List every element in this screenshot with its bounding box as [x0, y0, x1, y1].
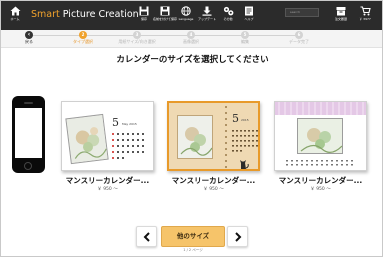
calendar-card[interactable]: 5 2015 マンスリーカレンダー... ￥ 950 ～ [167, 101, 260, 198]
back-arrow-icon: ‹ [25, 31, 33, 39]
back-label: 戻る [25, 39, 33, 44]
help-button[interactable]: ヘルプ [237, 4, 261, 28]
card-title: マンスリーカレンダー... [65, 176, 150, 185]
help-label: ヘルプ [244, 17, 254, 21]
language-icon [181, 6, 191, 16]
step-number: 6 [295, 31, 303, 39]
card-price: ￥ 950 ～ [97, 187, 118, 192]
settings-icon [223, 6, 233, 16]
cart-button[interactable]: ￥ 3977 [353, 4, 377, 28]
date-grid [232, 130, 258, 152]
card-title: マンスリーカレンダー... [278, 176, 363, 185]
card-title: マンスリーカレンダー... [171, 176, 256, 185]
date-grid [112, 133, 144, 159]
card-price: ￥ 950 ～ [310, 187, 331, 192]
step-image-select: 4 画像選択 [171, 31, 211, 45]
date-strip [286, 160, 353, 166]
flower-photo [298, 119, 342, 153]
photo-frame [177, 115, 213, 159]
order-history-icon [336, 7, 346, 16]
search-input[interactable]: search [285, 8, 319, 17]
month-number: 5 [112, 116, 119, 129]
page-title: カレンダーのサイズを選択してください [116, 55, 269, 65]
page-indicator: 1 / 2 ページ [183, 248, 203, 252]
step-type-select[interactable]: 2 タイプ選択 [63, 31, 103, 45]
prev-button[interactable] [136, 226, 157, 247]
brand-part1: Smart [31, 9, 60, 20]
app-window: ホーム Smart Picture Creation 保存 名前を付けて保存 L… [0, 0, 383, 257]
step-number: 3 [133, 31, 141, 39]
step-paper-size: 3 用紙サイズ/向き選択 [117, 31, 157, 45]
save-icon [139, 6, 149, 16]
month-name: May 2015 [122, 122, 137, 126]
home-button[interactable]: ホーム [5, 4, 25, 28]
top-toolbar: ホーム Smart Picture Creation 保存 名前を付けて保存 L… [1, 1, 382, 30]
next-button[interactable] [227, 226, 248, 247]
phone-screen [15, 108, 42, 158]
step-edit: 5 編集 [225, 31, 265, 45]
home-icon [10, 6, 20, 16]
flower-photo [178, 116, 212, 158]
phone-speaker [24, 102, 33, 104]
phone-home-button [24, 162, 32, 170]
month-number: 5 [232, 112, 239, 125]
flower-photo [66, 114, 109, 165]
home-label: ホーム [10, 17, 20, 21]
chevron-right-icon [234, 232, 241, 242]
photo-frame [297, 118, 343, 154]
order-history-label: 注文履歴 [334, 17, 347, 21]
card-price: ￥ 950 ～ [203, 187, 224, 192]
chevron-left-icon [143, 232, 150, 242]
other-sizes-button[interactable]: 他のサイズ [161, 226, 225, 247]
step-label: 画像選択 [183, 39, 199, 44]
step-label: 用紙サイズ/向き選択 [118, 39, 156, 44]
binding-rings [225, 106, 227, 168]
step-label: 編集 [241, 39, 249, 44]
month-name: 2015 [241, 118, 249, 122]
smartphone-illustration [12, 96, 45, 173]
calendar-thumbnail [274, 101, 367, 171]
cart-icon [360, 6, 371, 16]
step-indicator: ‹ 戻る 2 タイプ選択 3 用紙サイズ/向き選択 4 画像選択 5 編集 6 … [1, 30, 382, 48]
step-complete: 6 データ完了 [279, 31, 319, 45]
download-icon [202, 6, 212, 16]
step-label: タイプ選択 [73, 39, 93, 44]
step-label: データ完了 [289, 39, 309, 44]
calendar-thumbnail: 5 May 2015 [61, 101, 154, 171]
cart-total: ￥ 3977 [359, 17, 371, 21]
save-as-icon [160, 6, 170, 16]
step-number: 5 [241, 31, 249, 39]
stripe-header [275, 102, 366, 115]
app-brand: Smart Picture Creation [31, 9, 139, 21]
step-number: 2 [79, 31, 87, 39]
help-icon [245, 6, 253, 16]
photo-frame [65, 113, 109, 165]
calendar-card[interactable]: 5 May 2015 マンスリーカレンダー... ￥ 950 ～ [61, 101, 154, 198]
brand-part2: Picture Creation [62, 9, 139, 20]
step-number: 4 [187, 31, 195, 39]
cat-illustration-icon [240, 160, 249, 169]
calendar-thumbnail: 5 2015 [167, 101, 260, 171]
calendar-card[interactable]: マンスリーカレンダー... ￥ 950 ～ [274, 101, 367, 198]
back-step[interactable]: ‹ 戻る [9, 31, 49, 45]
order-history-button[interactable]: 注文履歴 [329, 4, 353, 28]
